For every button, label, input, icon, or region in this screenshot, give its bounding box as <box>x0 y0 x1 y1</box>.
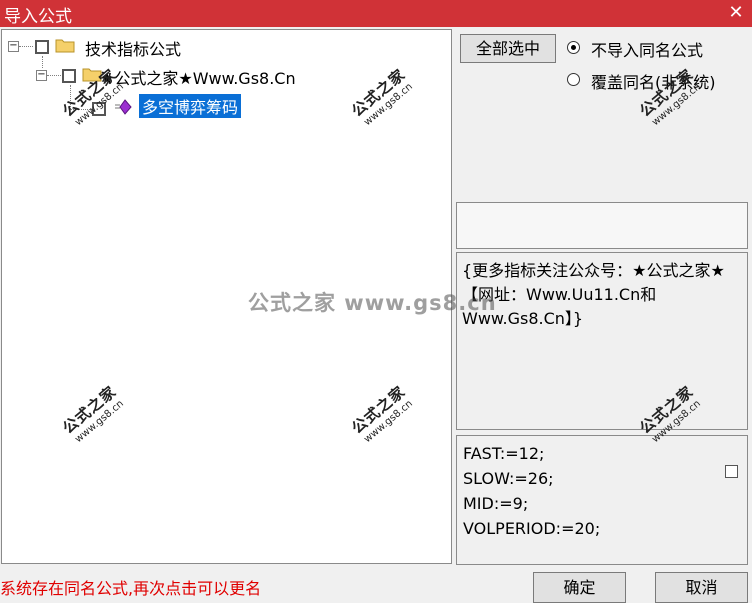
skip-radio[interactable] <box>567 41 580 54</box>
root-checkbox[interactable] <box>35 40 49 54</box>
tree-item-label[interactable]: 多空博弈筹码 <box>139 94 242 118</box>
description-text: {更多指标关注公众号：★公式之家★【网址：Www.Uu11.Cn和Www.Gs8… <box>462 261 725 328</box>
tree-group-label[interactable]: ★公式之家★Www.Gs8.Cn <box>100 65 296 89</box>
code-line: FAST:=12; <box>463 444 545 463</box>
tree-connector <box>19 46 33 47</box>
watermark-center: 公式之家 www.gs8.cn <box>248 291 497 315</box>
window-title: 导入公式 <box>4 7 72 27</box>
cancel-button[interactable]: 取消 <box>655 572 748 603</box>
tree-connector <box>70 109 90 110</box>
code-line: VOLPERIOD:=20; <box>463 519 601 538</box>
close-icon[interactable]: ✕ <box>726 2 746 24</box>
code-line: SLOW:=26; <box>463 469 554 488</box>
tree-connector <box>70 85 71 109</box>
overwrite-radio[interactable] <box>567 73 580 86</box>
formula-icon <box>115 99 132 115</box>
tree-connector <box>47 75 61 76</box>
folder-icon <box>82 68 102 82</box>
tree-connector <box>42 56 43 68</box>
status-message: 系统存在同名公式,再次点击可以更名 <box>0 579 262 598</box>
collapse-icon[interactable]: − <box>8 41 19 52</box>
collapse-icon[interactable]: − <box>36 70 47 81</box>
group-checkbox[interactable] <box>62 69 76 83</box>
folder-icon <box>55 39 75 53</box>
title-bar: 导入公式 ✕ <box>0 0 752 27</box>
overwrite-radio-label[interactable]: 覆盖同名(非系统) <box>591 69 716 93</box>
item-checkbox[interactable] <box>92 102 106 116</box>
ok-button[interactable]: 确定 <box>533 572 626 603</box>
tree-root-label[interactable]: 技术指标公式 <box>85 36 181 60</box>
select-all-button[interactable]: 全部选中 <box>460 34 556 63</box>
code-line: MID:=9; <box>463 494 529 513</box>
skip-radio-label[interactable]: 不导入同名公式 <box>591 37 703 61</box>
name-field[interactable] <box>456 202 748 249</box>
code-checkbox[interactable] <box>725 465 738 478</box>
code-text: FAST:=12; SLOW:=26; MID:=9; VOLPERIOD:=20; <box>463 441 600 541</box>
